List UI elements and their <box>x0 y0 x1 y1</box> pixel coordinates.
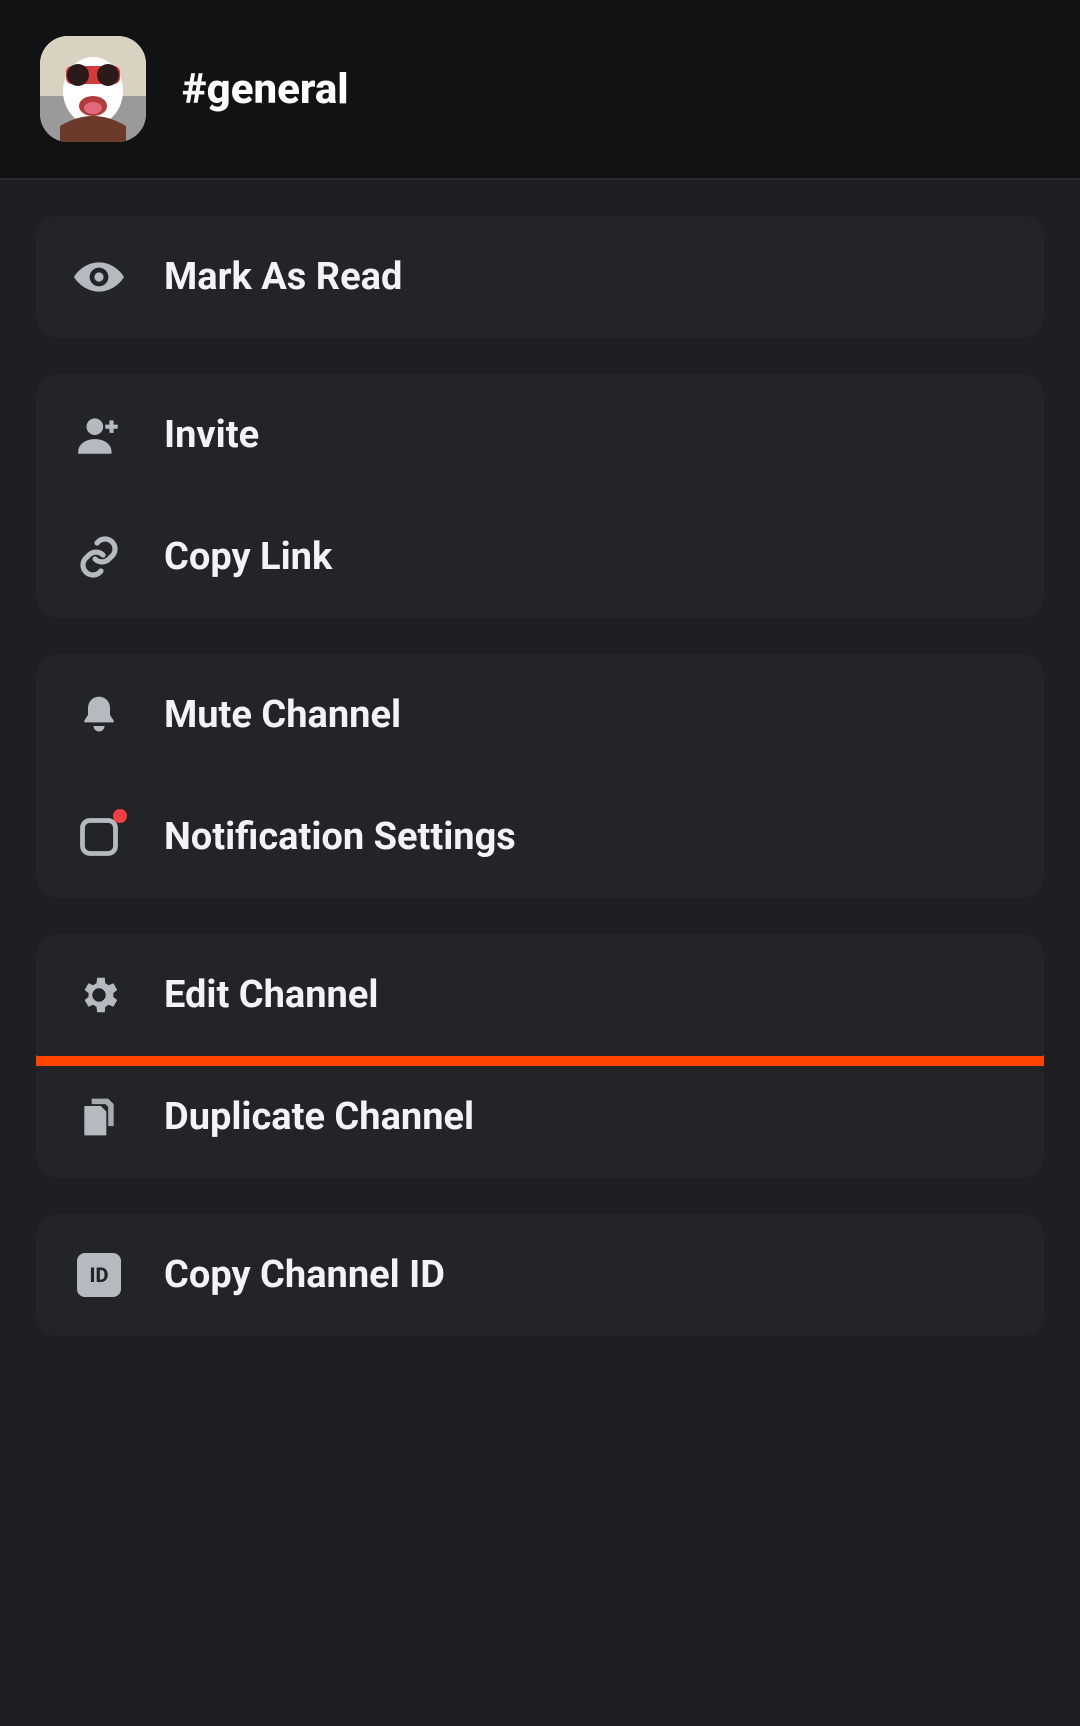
copy-channel-id-button[interactable]: ID Copy Channel ID <box>36 1214 1044 1336</box>
link-icon <box>74 532 124 582</box>
mark-as-read-label: Mark As Read <box>164 255 402 299</box>
menu-content: Mark As Read Invite Copy Link <box>0 180 1080 1372</box>
copy-link-label: Copy Link <box>164 535 332 579</box>
menu-group-share: Invite Copy Link <box>36 374 1044 618</box>
channel-name: #general <box>182 65 349 114</box>
menu-group-channel: Edit Channel Duplicate Channel <box>36 934 1044 1178</box>
id-icon: ID <box>74 1250 124 1300</box>
mute-channel-button[interactable]: Mute Channel <box>36 654 1044 776</box>
server-avatar <box>40 36 146 142</box>
notification-box-icon <box>74 812 124 862</box>
duplicate-channel-button[interactable]: Duplicate Channel <box>36 1056 1044 1178</box>
bell-icon <box>74 690 124 740</box>
mute-channel-label: Mute Channel <box>164 693 401 737</box>
copy-channel-id-label: Copy Channel ID <box>164 1253 445 1297</box>
duplicate-channel-label: Duplicate Channel <box>164 1095 474 1139</box>
copy-link-button[interactable]: Copy Link <box>36 496 1044 618</box>
invite-button[interactable]: Invite <box>36 374 1044 496</box>
eye-icon <box>74 252 124 302</box>
duplicate-icon <box>74 1092 124 1142</box>
notification-settings-label: Notification Settings <box>164 815 516 859</box>
gear-icon <box>74 970 124 1020</box>
channel-header: #general <box>0 0 1080 180</box>
id-chip-label: ID <box>77 1253 121 1297</box>
notification-settings-button[interactable]: Notification Settings <box>36 776 1044 898</box>
edit-channel-label: Edit Channel <box>164 973 378 1017</box>
person-add-icon <box>74 410 124 460</box>
menu-group-notifications: Mute Channel Notification Settings <box>36 654 1044 898</box>
invite-label: Invite <box>164 413 259 457</box>
mark-as-read-button[interactable]: Mark As Read <box>36 216 1044 338</box>
menu-group-read: Mark As Read <box>36 216 1044 338</box>
menu-group-id: ID Copy Channel ID <box>36 1214 1044 1336</box>
avatar-image <box>40 36 146 142</box>
edit-channel-button[interactable]: Edit Channel <box>36 934 1044 1056</box>
edit-channel-highlight: Edit Channel <box>36 934 1044 1066</box>
